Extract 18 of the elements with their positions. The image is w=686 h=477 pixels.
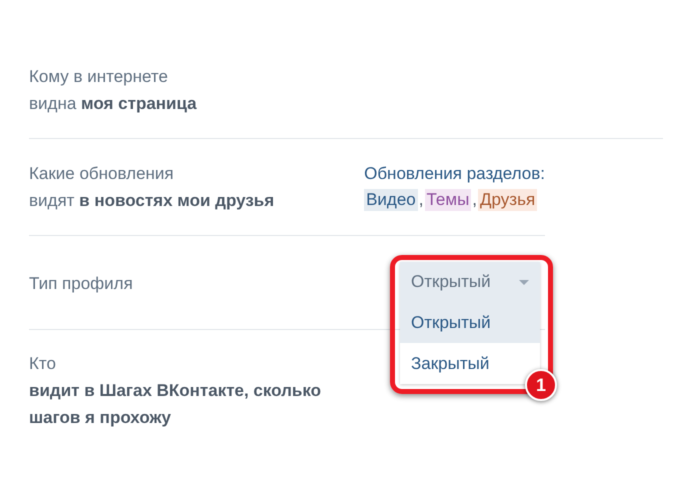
setting-label: видит в Шагах ВКонтакте, сколько — [29, 380, 322, 402]
profile-type-dropdown[interactable]: Открытый — [400, 262, 540, 302]
setting-label: Какие обновления — [29, 163, 174, 185]
separator-comma: , — [418, 189, 424, 211]
setting-label: Кто — [29, 353, 56, 375]
section-tag[interactable]: Друзья — [478, 188, 538, 211]
setting-label: Кому в интернете — [29, 66, 168, 88]
setting-label: шагов я прохожу — [29, 407, 171, 429]
dropdown-option[interactable]: Открытый — [400, 302, 540, 343]
step-badge: 1 — [525, 369, 557, 401]
section-tag[interactable]: Видео — [364, 188, 418, 211]
section-tag[interactable]: Темы — [424, 188, 472, 211]
separator-comma: , — [471, 189, 478, 211]
section-updates-title: Обновления разделов: — [364, 163, 545, 185]
setting-label: Тип профиля — [29, 273, 133, 295]
setting-label: видна моя страница — [29, 93, 197, 115]
setting-label: видят в новостях мои друзья — [29, 190, 274, 212]
caret-icon — [519, 280, 529, 284]
